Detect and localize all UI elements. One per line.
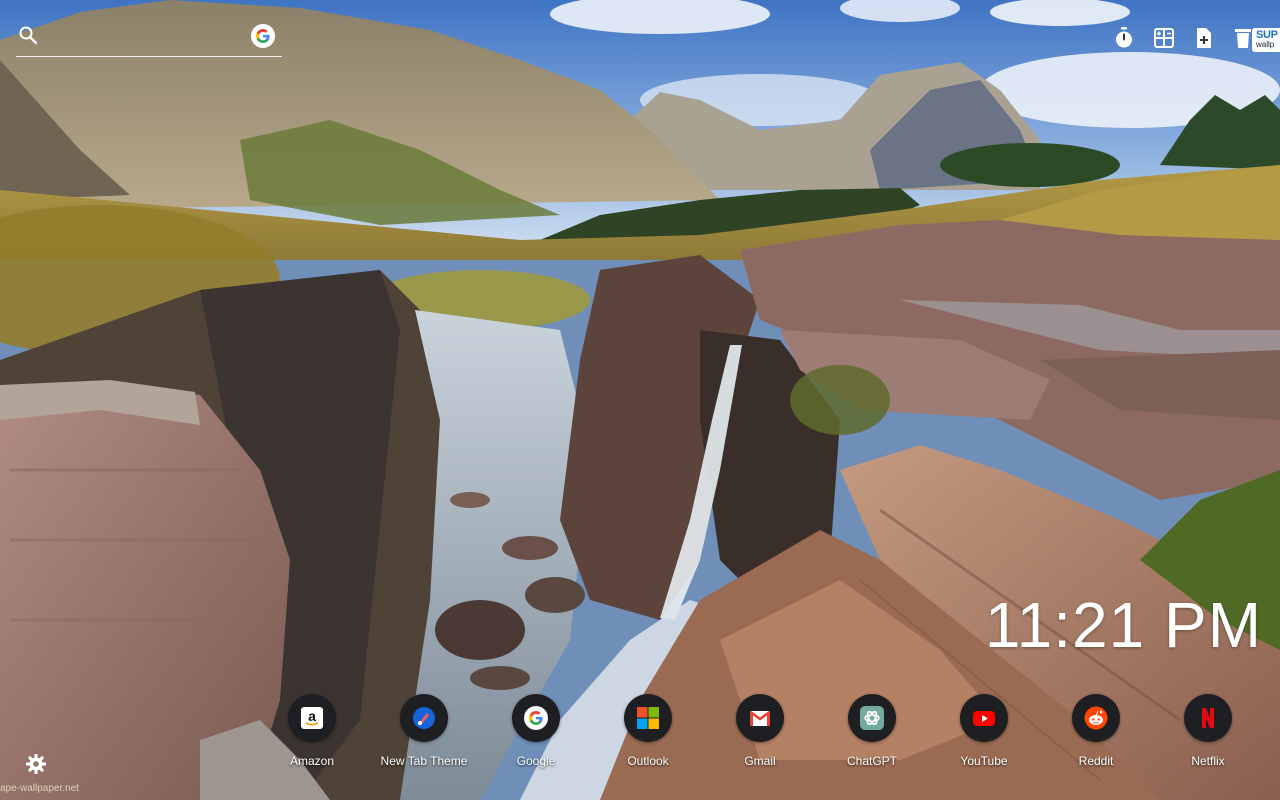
shortcut-outlook[interactable]: Outlook <box>600 694 696 774</box>
shortcut-label: Outlook <box>627 754 669 768</box>
trash-icon[interactable] <box>1232 26 1254 50</box>
shortcut-label: YouTube <box>960 754 1008 768</box>
add-file-icon[interactable] <box>1193 26 1215 50</box>
shortcut-label: ChatGPT <box>846 754 897 768</box>
youtube-icon[interactable] <box>960 694 1008 742</box>
shortcut-new-tab-theme[interactable]: New Tab Theme <box>376 694 472 774</box>
shortcut-label: Reddit <box>1078 754 1114 768</box>
wallpaper-background <box>0 0 1280 800</box>
shortcut-chatgpt[interactable]: ChatGPT <box>824 694 920 774</box>
apps-grid-icon[interactable] <box>1153 26 1175 50</box>
shortcut-label: Gmail <box>744 754 776 768</box>
reddit-icon[interactable] <box>1072 694 1120 742</box>
timer-icon[interactable] <box>1113 26 1135 50</box>
watermark-text[interactable]: ape-wallpaper.net <box>0 783 79 794</box>
google-icon[interactable] <box>512 694 560 742</box>
search-input[interactable] <box>46 24 250 50</box>
new-tab-theme-icon[interactable] <box>400 694 448 742</box>
shortcut-amazon[interactable]: a Amazon <box>264 694 360 774</box>
shortcut-label: New Tab Theme <box>380 754 468 768</box>
search-icon[interactable] <box>18 25 38 45</box>
shortcut-label: Netflix <box>1191 754 1225 768</box>
shortcut-netflix[interactable]: Netflix <box>1160 694 1256 774</box>
shortcut-google[interactable]: Google <box>488 694 584 774</box>
google-search-icon[interactable] <box>251 24 275 48</box>
shortcut-label: Amazon <box>289 754 335 768</box>
amazon-icon[interactable]: a <box>288 694 336 742</box>
clock-time: 11:21 PM <box>984 589 1262 661</box>
netflix-icon[interactable] <box>1184 694 1232 742</box>
chatgpt-icon[interactable] <box>848 694 896 742</box>
shortcut-gmail[interactable]: Gmail <box>712 694 808 774</box>
shortcut-label: Google <box>516 754 556 768</box>
gear-icon[interactable] <box>25 753 47 775</box>
shortcut-youtube[interactable]: YouTube <box>936 694 1032 774</box>
outlook-icon[interactable] <box>624 694 672 742</box>
brand-logo-line2: wallp <box>1256 40 1275 49</box>
brand-logo[interactable]: SUP wallp <box>1252 28 1280 52</box>
landscape-image <box>0 0 1280 800</box>
svg-text:a: a <box>308 708 316 724</box>
gmail-icon[interactable] <box>736 694 784 742</box>
search-bar[interactable] <box>16 22 282 57</box>
shortcut-reddit[interactable]: Reddit <box>1048 694 1144 774</box>
